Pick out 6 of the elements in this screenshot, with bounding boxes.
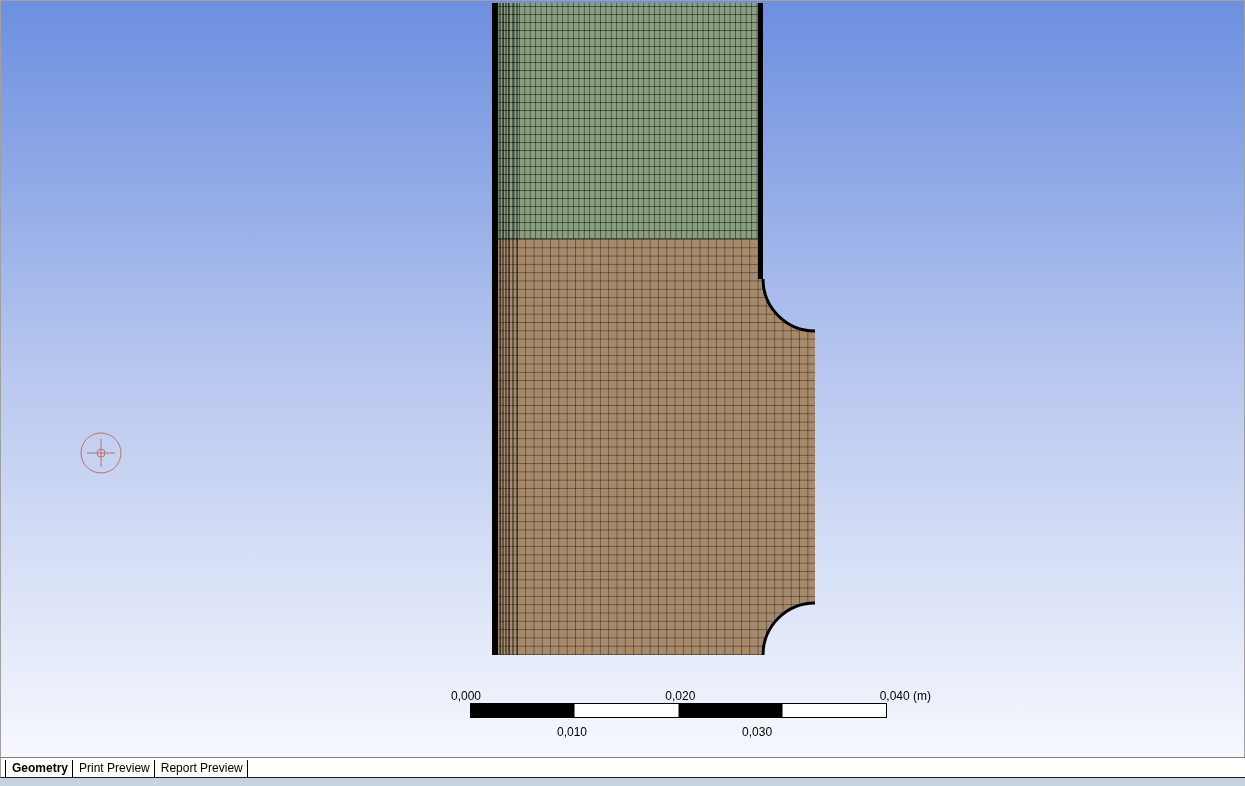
scale-label: 0,020 [665, 689, 696, 703]
coordinate-triad-icon [79, 431, 123, 475]
scale-label: 0,030 [742, 725, 773, 739]
scale-label: 0,040 (m) [879, 689, 931, 703]
scale-label: 0,000 [451, 689, 482, 703]
scale-label: 0,010 [557, 725, 588, 739]
